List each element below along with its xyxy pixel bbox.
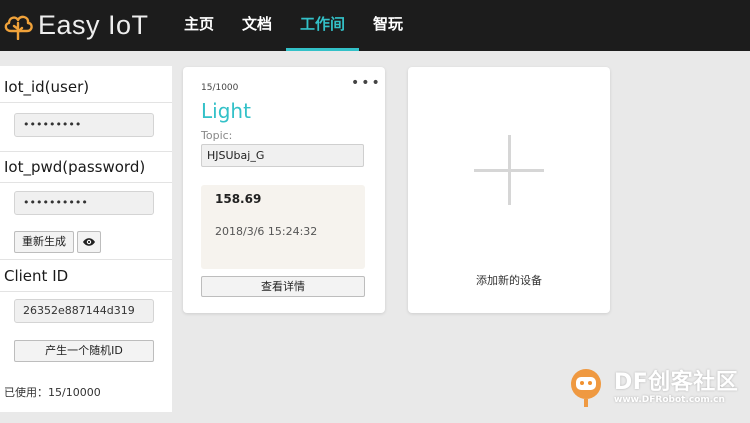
eye-icon (83, 238, 95, 246)
iot-pwd-field[interactable]: •••••••••• (14, 191, 154, 215)
usage-count: 已使用：15/10000 (4, 386, 101, 399)
credentials-sidebar: Iot_id(user) ••••••••• Iot_pwd(password)… (0, 66, 172, 412)
device-timestamp: 2018/3/6 15:24:32 (215, 225, 318, 238)
view-details-button[interactable]: 查看详情 (201, 276, 365, 297)
watermark-brand: DF创客社区 (614, 370, 739, 395)
nav-home[interactable]: 主页 (170, 0, 228, 51)
show-password-button[interactable] (77, 231, 101, 253)
random-id-button[interactable]: 产生一个随机ID (14, 340, 154, 362)
watermark-url: www.DFRobot.com.cn (614, 395, 725, 405)
device-name: Light (201, 99, 251, 123)
add-device-card[interactable]: 添加新的设备 (408, 67, 610, 313)
top-navbar: Easy IoT 主页 文档 工作间 智玩 (0, 0, 750, 51)
device-counter: 15/1000 (201, 83, 239, 93)
main-nav: 主页 文档 工作间 智玩 (170, 0, 417, 51)
iot-pwd-title: Iot_pwd(password) (4, 158, 146, 176)
nav-docs[interactable]: 文档 (228, 0, 286, 51)
device-value: 158.69 (215, 192, 262, 206)
more-dots-icon[interactable]: ••• (351, 75, 382, 91)
topic-label: Topic: (201, 129, 233, 142)
watermark: DF创客社区 www.DFRobot.com.cn (562, 362, 750, 423)
add-device-label: 添加新的设备 (476, 274, 542, 287)
nav-workspace[interactable]: 工作间 (286, 0, 360, 51)
plus-bar-vertical (508, 135, 511, 205)
topic-field[interactable]: HJSUbaj_G (201, 144, 364, 167)
robot-logo-icon (571, 369, 601, 407)
nav-play[interactable]: 智玩 (359, 0, 417, 51)
client-id-field[interactable]: 26352e887144d319 (14, 299, 154, 323)
logo[interactable]: Easy IoT (2, 10, 149, 41)
client-id-title: Client ID (4, 267, 69, 285)
cloud-tree-icon (4, 15, 33, 40)
regenerate-button[interactable]: 重新生成 (14, 231, 74, 253)
iot-id-field[interactable]: ••••••••• (14, 113, 154, 137)
device-card: 15/1000 ••• Light Topic: HJSUbaj_G 158.6… (183, 67, 385, 313)
brand-name: Easy IoT (38, 10, 149, 40)
value-panel: 158.69 2018/3/6 15:24:32 (201, 185, 365, 269)
iot-id-title: Iot_id(user) (4, 78, 90, 96)
